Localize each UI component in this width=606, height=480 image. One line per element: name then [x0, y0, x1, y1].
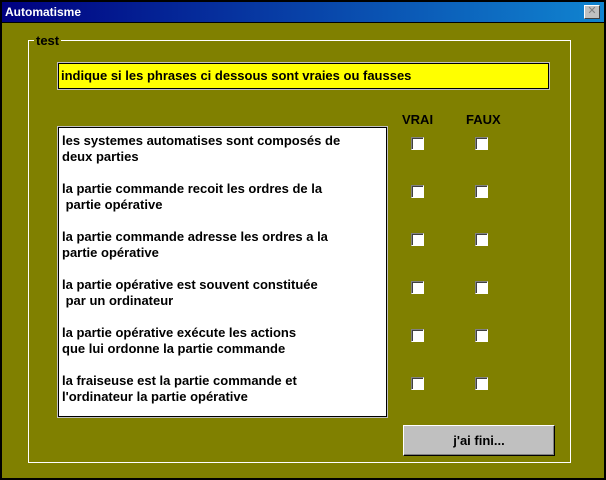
instruction-text: indique si les phrases ci dessous sont v…	[57, 62, 550, 90]
close-button[interactable]: ✕	[584, 5, 600, 19]
checkbox-vrai[interactable]	[411, 185, 424, 198]
question-text: la partie opérative est souvent constitu…	[62, 277, 318, 308]
checkbox-faux[interactable]	[475, 233, 488, 246]
checkbox-faux[interactable]	[475, 377, 488, 390]
finish-button[interactable]: j'ai fini...	[403, 425, 555, 456]
checkbox-faux[interactable]	[475, 137, 488, 150]
checkbox-vrai[interactable]	[411, 233, 424, 246]
question-text: la fraiseuse est la partie commande et l…	[62, 373, 297, 404]
question-text: la partie opérative exécute les actions …	[62, 325, 297, 356]
close-icon: ✕	[587, 5, 597, 17]
checkbox-faux[interactable]	[475, 185, 488, 198]
question-text: les systemes automatises sont composés d…	[62, 133, 341, 164]
checkbox-vrai[interactable]	[411, 137, 424, 150]
checkbox-faux[interactable]	[475, 329, 488, 342]
window-client: test indique si les phrases ci dessous s…	[2, 23, 604, 478]
questions-box: les systemes automatises sont composés d…	[57, 126, 388, 418]
question-text: la partie commande recoit les ordres de …	[62, 181, 323, 212]
checkbox-vrai[interactable]	[411, 377, 424, 390]
window-title: Automatisme	[5, 5, 82, 19]
checkbox-faux[interactable]	[475, 281, 488, 294]
column-header-vrai: VRAI	[402, 112, 434, 127]
question-text: la partie commande adresse les ordres a …	[62, 229, 328, 260]
column-header-faux: FAUX	[466, 112, 501, 127]
checkbox-vrai[interactable]	[411, 281, 424, 294]
title-bar: Automatisme ✕	[2, 2, 604, 22]
checkbox-vrai[interactable]	[411, 329, 424, 342]
group-label: test	[34, 33, 62, 48]
